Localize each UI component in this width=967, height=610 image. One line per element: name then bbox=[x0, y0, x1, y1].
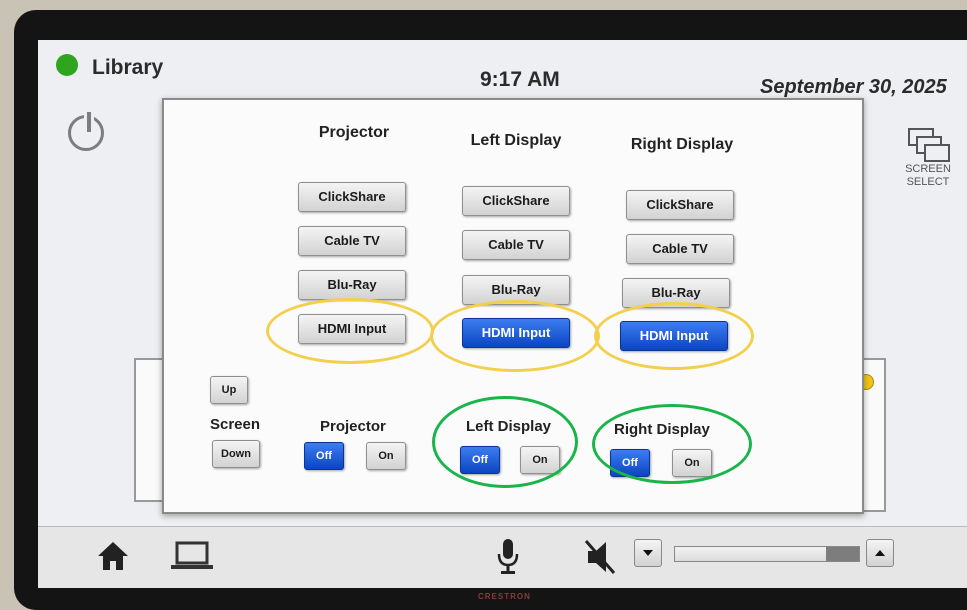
screen-up-button[interactable]: Up bbox=[210, 376, 248, 404]
speaker-mute-icon[interactable] bbox=[584, 537, 618, 582]
volume-slider[interactable] bbox=[674, 546, 860, 562]
volume-up-button[interactable] bbox=[866, 539, 894, 567]
laptop-icon[interactable] bbox=[170, 539, 214, 578]
volume-level-fill bbox=[675, 547, 826, 561]
projector-power-label: Projector bbox=[320, 418, 386, 435]
right-display-on-button[interactable]: On bbox=[672, 449, 712, 477]
right-display-off-button[interactable]: Off bbox=[610, 449, 650, 477]
status-indicator-icon bbox=[56, 54, 78, 76]
projector-on-button[interactable]: On bbox=[366, 442, 406, 470]
volume-down-button[interactable] bbox=[634, 539, 662, 567]
screen-select-icon bbox=[908, 128, 950, 162]
chevron-up-icon bbox=[875, 550, 885, 556]
microphone-icon[interactable] bbox=[496, 537, 520, 582]
left-display-blu-ray-button[interactable]: Blu-Ray bbox=[462, 275, 570, 305]
right-display-power-label: Right Display bbox=[614, 421, 710, 438]
projector-off-button[interactable]: Off bbox=[304, 442, 344, 470]
room-name: Library bbox=[92, 56, 164, 79]
left-display-column-title: Left Display bbox=[470, 132, 562, 149]
screen-select-label-1: SCREEN bbox=[905, 163, 951, 175]
right-display-column-title: Right Display bbox=[630, 136, 734, 153]
display-routing-popup: Projector Left Display Right Display Cli… bbox=[162, 98, 864, 514]
left-display-off-button[interactable]: Off bbox=[460, 446, 500, 474]
right-display-blu-ray-button[interactable]: Blu-Ray bbox=[622, 278, 730, 308]
screen-select-label-2: SELECT bbox=[906, 176, 950, 188]
left-display-clickshare-button[interactable]: ClickShare bbox=[462, 186, 570, 216]
left-display-cable-tv-button[interactable]: Cable TV bbox=[462, 230, 570, 260]
bottom-control-bar bbox=[38, 526, 967, 588]
green-highlight-ring bbox=[432, 396, 578, 488]
projector-blu-ray-button[interactable]: Blu-Ray bbox=[298, 270, 406, 300]
screen-select-button[interactable]: SCREEN SELECT bbox=[898, 128, 958, 188]
projector-column-title: Projector bbox=[318, 124, 390, 141]
clock-time: 9:17 AM bbox=[480, 68, 560, 91]
right-display-hdmi-input-button[interactable]: HDMI Input bbox=[620, 321, 728, 351]
touch-panel-screen: Library 9:17 AM September 30, 2025 SCREE… bbox=[38, 40, 967, 588]
screen-label: Screen bbox=[210, 416, 261, 433]
crestron-brand-logo: CRESTRON bbox=[478, 592, 531, 601]
left-display-hdmi-input-button[interactable]: HDMI Input bbox=[462, 318, 570, 348]
current-date: September 30, 2025 bbox=[760, 76, 947, 98]
projector-cable-tv-button[interactable]: Cable TV bbox=[298, 226, 406, 256]
power-icon[interactable] bbox=[68, 112, 104, 151]
projector-hdmi-input-button[interactable]: HDMI Input bbox=[298, 314, 406, 344]
home-icon[interactable] bbox=[96, 539, 130, 578]
right-display-clickshare-button[interactable]: ClickShare bbox=[626, 190, 734, 220]
left-display-on-button[interactable]: On bbox=[520, 446, 560, 474]
projector-clickshare-button[interactable]: ClickShare bbox=[298, 182, 406, 212]
chevron-down-icon bbox=[643, 550, 653, 556]
screen-down-button[interactable]: Down bbox=[212, 440, 260, 468]
right-display-cable-tv-button[interactable]: Cable TV bbox=[626, 234, 734, 264]
left-display-power-label: Left Display bbox=[466, 418, 552, 435]
volume-remaining bbox=[825, 547, 859, 561]
